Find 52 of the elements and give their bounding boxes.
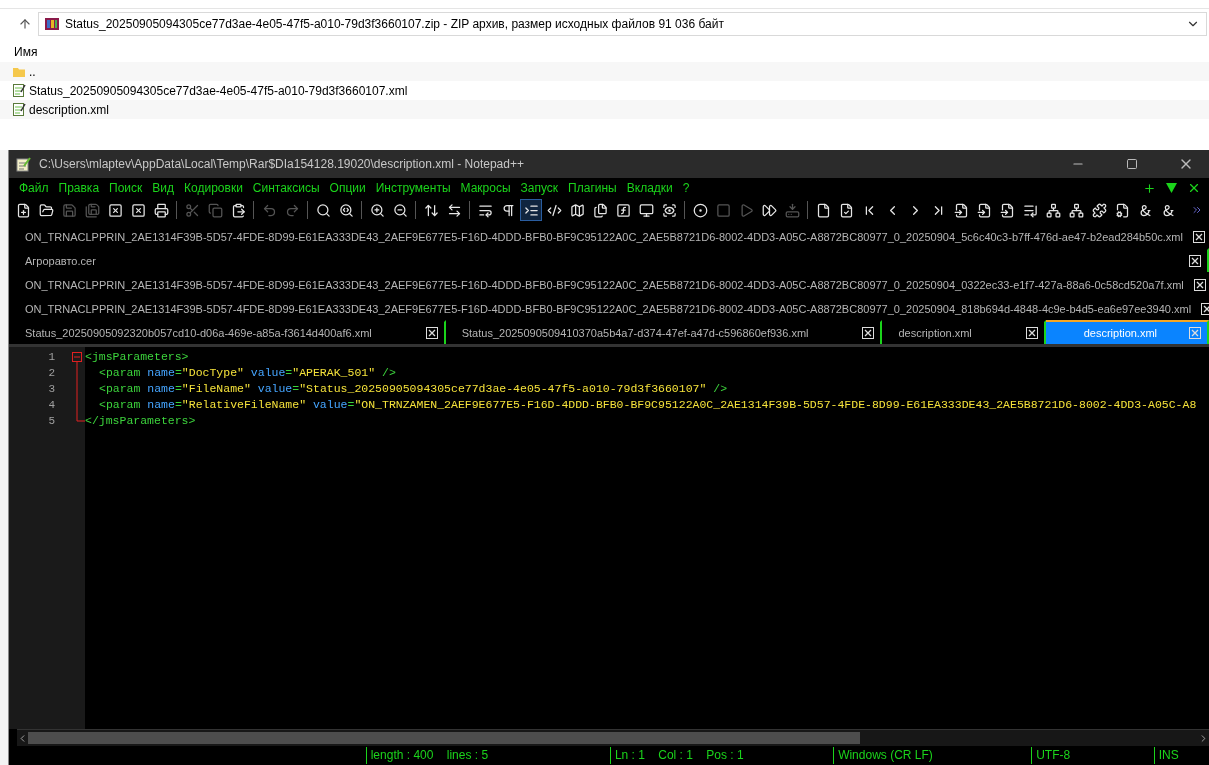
- maximize-icon: [1126, 158, 1138, 170]
- status-text: INS: [1153, 747, 1209, 764]
- line-number: 5: [48, 414, 55, 429]
- status-text: length : 400 lines : 5: [365, 747, 610, 764]
- window-title: C:\Users\mlaptev\AppData\Local\Temp\Rar$DIa154128.19020\description.xml - Notepad++: [39, 157, 525, 171]
- menu-item[interactable]: Кодировки: [179, 181, 248, 195]
- dropdown-icon[interactable]: [1166, 183, 1177, 193]
- line-number: 4: [48, 398, 55, 413]
- column-header[interactable]: Имя: [0, 39, 1209, 62]
- menu-item[interactable]: Файл: [14, 181, 54, 195]
- menu-item[interactable]: Плагины: [563, 181, 622, 195]
- line-number: 1: [48, 350, 55, 365]
- menu-item[interactable]: Инструменты: [370, 181, 456, 195]
- menu-item[interactable]: Синтаксисы: [247, 181, 325, 195]
- menu-item[interactable]: Запуск: [515, 181, 564, 195]
- menu-item[interactable]: Макросы: [455, 181, 516, 195]
- code-line: <param name="RelativeFileName" value="ON_TRNZAMEN_2AEF9E677E5-F16D-4DDD-BFB0-BF9C95122A0C_2AE1314F39B-5D57-4FDE-8D99-E61EA333DE43_2AE5B8721D6-8002-4DD3-A05C-A8: [98, 397, 1198, 413]
- document-icon: [12, 83, 26, 98]
- line-number: 3: [48, 382, 55, 397]
- menu-item[interactable]: Правка: [53, 181, 105, 195]
- tab-close-icon[interactable]: [862, 327, 875, 339]
- address-bar[interactable]: Status_20250905094305ce77d3ae-4e05-47f5-a010-79d3f3660107.zip - ZIP архив, размер исходных файлов 91 036 байт: [38, 12, 1207, 36]
- tab-close-icon[interactable]: [1025, 327, 1038, 339]
- indent-guide-icon[interactable]: [520, 199, 542, 221]
- tab-close-icon[interactable]: [425, 327, 438, 339]
- tab-close-icon[interactable]: [1192, 231, 1205, 243]
- horizontal-scrollbar[interactable]: [17, 729, 1209, 746]
- status-text: UTF-8: [1031, 747, 1154, 764]
- file-row[interactable]: description.xml: [0, 100, 1209, 119]
- close-icon[interactable]: [1187, 181, 1201, 195]
- status-text: Windows (CR LF): [833, 747, 1032, 764]
- menu-item[interactable]: Опции: [324, 181, 371, 195]
- menu-item[interactable]: Вкладки: [621, 181, 678, 195]
- code-line: <param name="DocType" value="APERAK_501" />: [98, 365, 397, 381]
- tab-close-icon[interactable]: [1189, 255, 1201, 267]
- menu-item[interactable]: ?: [677, 181, 695, 195]
- code-line: </jmsParameters>: [85, 413, 197, 429]
- document-icon: [12, 102, 26, 117]
- file-row[interactable]: ..: [0, 62, 1209, 81]
- menu-item[interactable]: Поиск: [104, 181, 148, 195]
- code-line: <param name="FileName" value="Status_20250905094305ce77d3ae-4e05-47f5-a010-79d3f3660107" />: [98, 381, 729, 397]
- tab-close-icon[interactable]: [1193, 279, 1206, 291]
- overflow-icon[interactable]: [1191, 204, 1203, 216]
- notepad-icon: [15, 156, 31, 172]
- menu-item[interactable]: Вид: [147, 181, 180, 195]
- archive-icon: [45, 17, 59, 31]
- line-number: 2: [48, 366, 55, 381]
- scrollbar-thumb[interactable]: [28, 732, 860, 744]
- status-text: Ln : 1 Col : 1 Pos : 1: [609, 747, 834, 764]
- plus-icon[interactable]: [1143, 181, 1156, 195]
- file-tab[interactable]: description.xml: [1045, 320, 1209, 344]
- code-line: <jmsParameters>: [85, 349, 190, 365]
